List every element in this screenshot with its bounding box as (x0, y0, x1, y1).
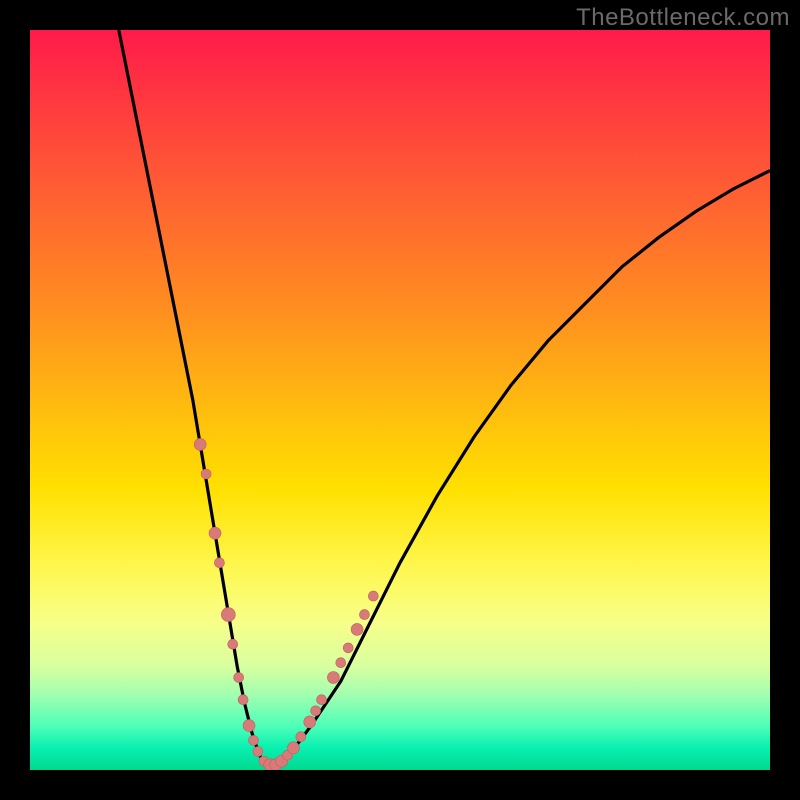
data-point (248, 735, 258, 745)
bottleneck-curve (119, 30, 770, 766)
data-point (287, 742, 299, 754)
data-point (214, 558, 224, 568)
data-point (228, 639, 238, 649)
data-point (336, 658, 346, 668)
plot-area (30, 30, 770, 770)
data-point (317, 695, 327, 705)
plot-svg (30, 30, 770, 770)
watermark-text: TheBottleneck.com (576, 4, 790, 32)
chart-frame: TheBottleneck.com (0, 0, 800, 800)
data-point (296, 732, 306, 742)
data-point (243, 720, 255, 732)
data-point-group (194, 438, 378, 770)
data-point (327, 672, 339, 684)
data-point (253, 747, 263, 757)
data-point (368, 591, 378, 601)
data-point (359, 610, 369, 620)
data-point (234, 673, 244, 683)
data-point (194, 438, 206, 450)
data-point (209, 527, 221, 539)
data-point (221, 608, 235, 622)
data-point (351, 623, 363, 635)
data-point (238, 695, 248, 705)
data-point (201, 469, 211, 479)
data-point (304, 716, 316, 728)
data-point (311, 706, 321, 716)
data-point (343, 643, 353, 653)
